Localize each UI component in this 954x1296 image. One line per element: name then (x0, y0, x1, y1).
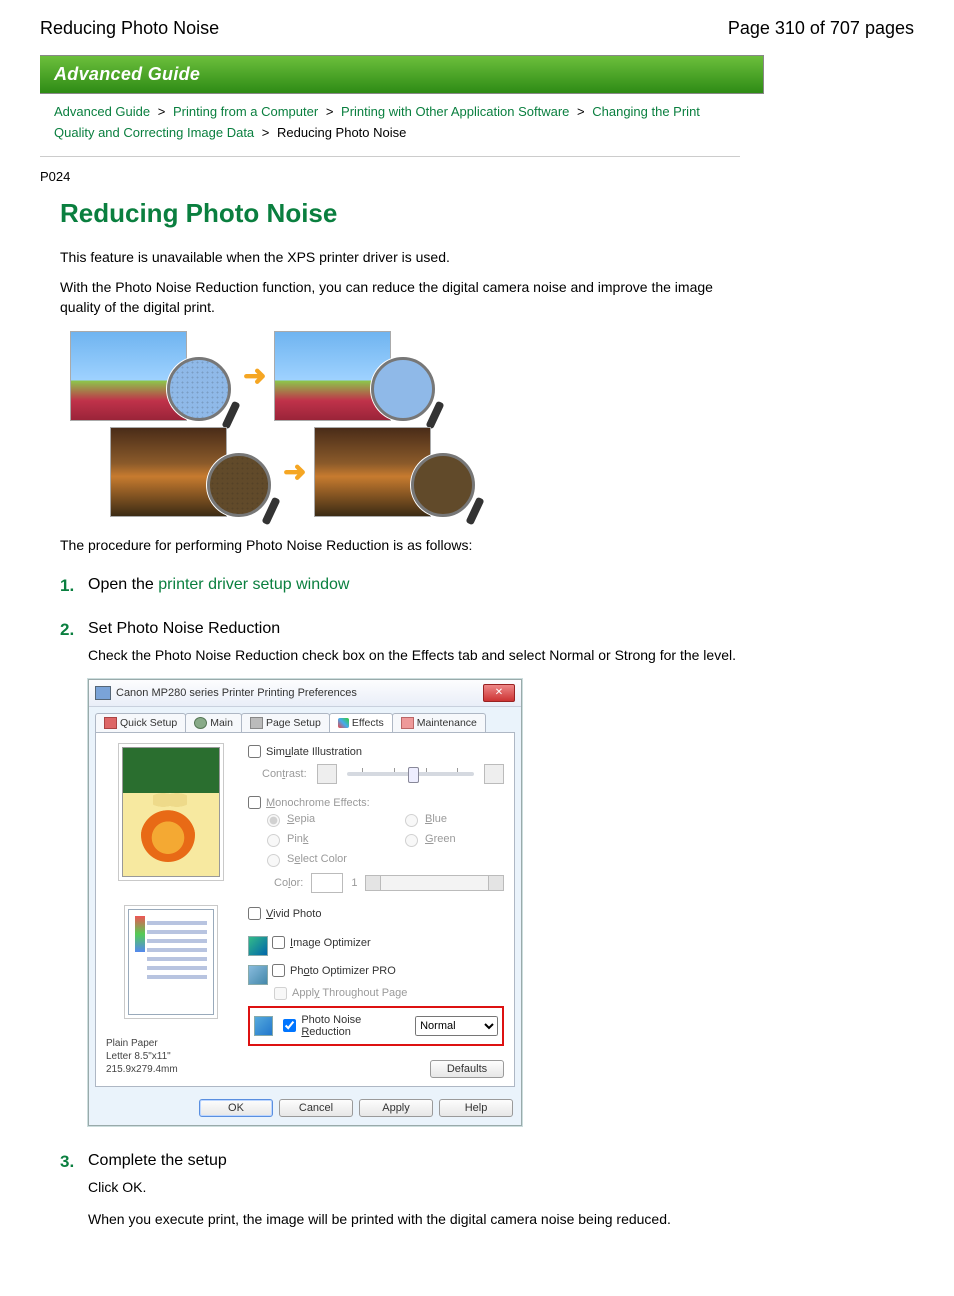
quick-setup-icon (104, 717, 117, 729)
crumb-printing-other-apps[interactable]: Printing with Other Application Software (341, 104, 569, 119)
tab-label: Page Setup (266, 717, 321, 729)
slider-contrast[interactable] (347, 772, 474, 776)
illustration-noise-reduction: ➜ ➜ (70, 331, 740, 517)
tab-maintenance[interactable]: Maintenance (392, 713, 486, 732)
magnifier-icon (411, 453, 475, 517)
crumb-advanced-guide[interactable]: Advanced Guide (54, 104, 150, 119)
step2-text: Check the Photo Noise Reduction check bo… (88, 646, 740, 666)
tab-quick-setup[interactable]: Quick Setup (95, 713, 186, 732)
arrow-icon: ➜ (243, 356, 266, 397)
arrow-icon: ➜ (283, 452, 306, 493)
page-number: Page 310 of 707 pages (728, 18, 914, 39)
label-color: Color: (274, 877, 303, 889)
preview-image (122, 747, 220, 877)
crumb-printing-from-computer[interactable]: Printing from a Computer (173, 104, 318, 119)
photo-noise-reduction-icon (254, 1016, 273, 1036)
layout-preview (128, 909, 214, 1015)
tab-label: Main (210, 717, 233, 729)
radio-green[interactable]: Green (400, 831, 490, 847)
magnifier-icon (207, 453, 271, 517)
checkbox-apply-throughout-page[interactable]: Apply Throughout Page (274, 987, 504, 1000)
apply-button[interactable]: Apply (359, 1099, 433, 1117)
tab-page-setup[interactable]: Page Setup (241, 713, 330, 732)
color-value: 1 (351, 877, 357, 889)
contrast-low-icon (317, 764, 337, 784)
step3-title: Complete the setup (88, 1152, 740, 1170)
maintenance-icon (401, 717, 414, 729)
defaults-button[interactable]: Defaults (430, 1060, 504, 1078)
checkbox-photo-optimizer-pro[interactable]: Photo Optimizer PRO (272, 964, 396, 977)
photo-optimizer-pro-icon (248, 965, 268, 985)
magnifier-icon (167, 357, 231, 421)
color-swatch[interactable] (311, 873, 343, 893)
page-setup-icon (250, 717, 263, 729)
dialog-printing-preferences: Canon MP280 series Printer Printing Pref… (88, 679, 522, 1126)
printer-icon (95, 686, 111, 700)
tab-label: Effects (352, 717, 384, 729)
checkbox-vivid-photo[interactable]: Vivid Photo (248, 907, 504, 920)
media-type: Plain Paper (106, 1037, 236, 1050)
procedure-lead: The procedure for performing Photo Noise… (60, 535, 740, 555)
radio-pink[interactable]: Pink (262, 831, 352, 847)
step3-text1: Click OK. (88, 1178, 740, 1198)
intro-note: This feature is unavailable when the XPS… (60, 247, 740, 267)
image-optimizer-icon (248, 936, 268, 956)
crumb-sep: > (262, 125, 270, 140)
checkbox-simulate-illustration[interactable]: Simulate Illustration (248, 745, 504, 758)
select-noise-level[interactable]: Normal (415, 1016, 498, 1036)
page-running-title: Reducing Photo Noise (40, 18, 219, 39)
tab-label: Maintenance (417, 717, 477, 729)
radio-sepia[interactable]: Sepia (262, 811, 352, 827)
page-title: Reducing Photo Noise (60, 198, 914, 229)
crumb-sep: > (577, 104, 585, 119)
contrast-high-icon (484, 764, 504, 784)
checkbox-image-optimizer[interactable]: Image Optimizer (272, 936, 371, 949)
tab-label: Quick Setup (120, 717, 177, 729)
color-scrollbar[interactable] (365, 875, 504, 891)
tab-effects[interactable]: Effects (329, 713, 393, 732)
label-contrast: Contrast: (262, 768, 307, 780)
step2-title: Set Photo Noise Reduction (88, 620, 740, 638)
tab-main[interactable]: Main (185, 713, 242, 732)
main-icon (194, 717, 207, 729)
breadcrumb: Advanced Guide > Printing from a Compute… (54, 102, 734, 144)
banner-advanced-guide: Advanced Guide (40, 55, 764, 94)
magnifier-icon (371, 357, 435, 421)
help-button[interactable]: Help (439, 1099, 513, 1117)
cancel-button[interactable]: Cancel (279, 1099, 353, 1117)
media-size: Letter 8.5"x11" 215.9x279.4mm (106, 1050, 236, 1076)
page-code: P024 (40, 169, 914, 184)
intro-description: With the Photo Noise Reduction function,… (60, 277, 740, 318)
checkbox-monochrome-effects[interactable]: Monochrome Effects: (248, 796, 504, 809)
highlight-photo-noise-reduction: Photo Noise Reduction Normal (248, 1006, 504, 1046)
step3-text2: When you execute print, the image will b… (88, 1210, 740, 1230)
effects-icon (338, 718, 349, 728)
crumb-sep: > (326, 104, 334, 119)
ok-button[interactable]: OK (199, 1099, 273, 1117)
link-printer-driver-setup[interactable]: printer driver setup window (158, 576, 349, 593)
step1-prefix: Open the (88, 576, 158, 593)
dialog-title: Canon MP280 series Printer Printing Pref… (116, 687, 357, 699)
crumb-current: Reducing Photo Noise (277, 125, 406, 140)
crumb-sep: > (158, 104, 166, 119)
radio-blue[interactable]: Blue (400, 811, 490, 827)
close-button[interactable]: ✕ (483, 684, 515, 702)
checkbox-photo-noise-reduction[interactable]: Photo Noise Reduction (283, 1014, 409, 1038)
radio-select-color[interactable]: Select Color (262, 851, 382, 867)
